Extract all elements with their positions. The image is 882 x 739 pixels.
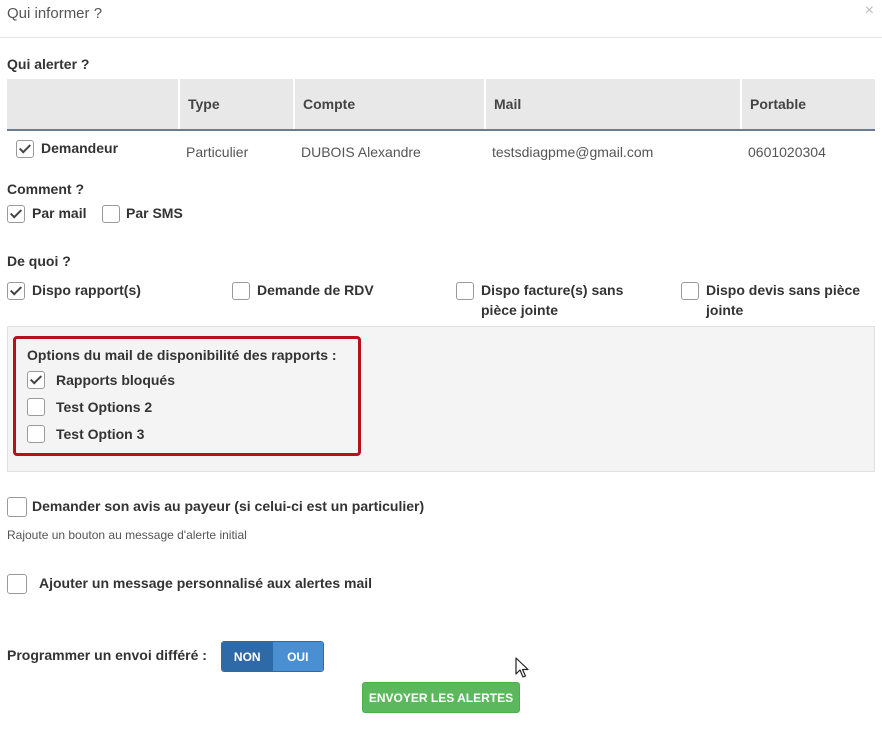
toggle-oui[interactable]: OUI — [272, 642, 323, 671]
quote-available-label[interactable]: Dispo devis sans pièce jointe — [706, 280, 860, 320]
test-options-2-checkbox[interactable] — [27, 398, 45, 416]
custom-message-checkbox[interactable] — [7, 574, 27, 594]
quote-available-checkbox[interactable] — [681, 282, 699, 300]
header-mobile: Portable — [740, 79, 875, 129]
by-mail-checkbox[interactable] — [7, 205, 25, 223]
report-available-checkbox[interactable] — [7, 282, 25, 300]
modal-title: Qui informer ? — [7, 5, 103, 22]
demandeur-label[interactable]: Demandeur — [41, 138, 118, 158]
test-option-3-label[interactable]: Test Option 3 — [56, 424, 144, 444]
ask-review-hint: Rajoute un bouton au message d'alerte in… — [7, 528, 247, 542]
demandeur-checkbox[interactable] — [16, 140, 34, 158]
mouse-cursor-icon — [515, 657, 529, 678]
header-account: Compte — [293, 79, 484, 129]
appointment-request-checkbox[interactable] — [232, 282, 250, 300]
blocked-reports-checkbox[interactable] — [27, 371, 45, 389]
invoice-available-label-line1: Dispo facture(s) sans — [481, 282, 624, 298]
appointment-request-label[interactable]: Demande de RDV — [257, 280, 374, 300]
deferred-send-label: Programmer un envoi différé : — [7, 647, 207, 663]
custom-message-label[interactable]: Ajouter un message personnalisé aux aler… — [39, 573, 372, 593]
report-available-label[interactable]: Dispo rapport(s) — [32, 280, 141, 300]
ask-review-label[interactable]: Demander son avis au payeur (si celui-ci… — [32, 496, 424, 516]
header-type: Type — [178, 79, 293, 129]
close-icon[interactable]: × — [865, 2, 874, 20]
by-sms-label[interactable]: Par SMS — [126, 203, 183, 223]
invoice-available-label-line2: pièce jointe — [481, 302, 559, 318]
blocked-reports-label[interactable]: Rapports bloqués — [56, 370, 175, 390]
cell-mobile: 0601020304 — [748, 144, 826, 160]
toggle-non[interactable]: NON — [222, 642, 273, 671]
who-label: Qui alerter ? — [7, 56, 90, 72]
by-mail-label[interactable]: Par mail — [32, 203, 86, 223]
report-options-title: Options du mail de disponibilité des rap… — [27, 347, 337, 363]
header-mail: Mail — [484, 79, 740, 129]
invoice-available-checkbox[interactable] — [456, 282, 474, 300]
cell-account: DUBOIS Alexandre — [301, 144, 421, 160]
by-sms-checkbox[interactable] — [102, 205, 120, 223]
cell-type: Particulier — [186, 144, 249, 160]
how-label: Comment ? — [7, 181, 84, 197]
test-option-3-checkbox[interactable] — [27, 425, 45, 443]
send-alerts-button[interactable]: ENVOYER LES ALERTES — [362, 682, 520, 713]
table-header: Type Compte Mail Portable — [7, 79, 875, 131]
recipients-table: Type Compte Mail Portable Demandeur Part… — [7, 79, 875, 171]
table-row: Demandeur Particulier DUBOIS Alexandre t… — [7, 131, 875, 171]
quote-available-label-line2: jointe — [706, 302, 744, 318]
what-label: De quoi ? — [7, 253, 71, 269]
invoice-available-label[interactable]: Dispo facture(s) sans pièce jointe — [481, 280, 623, 320]
test-options-2-label[interactable]: Test Options 2 — [56, 397, 152, 417]
cell-mail: testsdiagpme@gmail.com — [492, 144, 654, 160]
ask-review-checkbox[interactable] — [7, 497, 27, 517]
modal-header: Qui informer ? × — [0, 0, 882, 38]
quote-available-label-line1: Dispo devis sans pièce — [706, 282, 861, 298]
header-empty-cell — [7, 79, 178, 129]
deferred-send-toggle[interactable]: NON OUI — [221, 641, 324, 672]
